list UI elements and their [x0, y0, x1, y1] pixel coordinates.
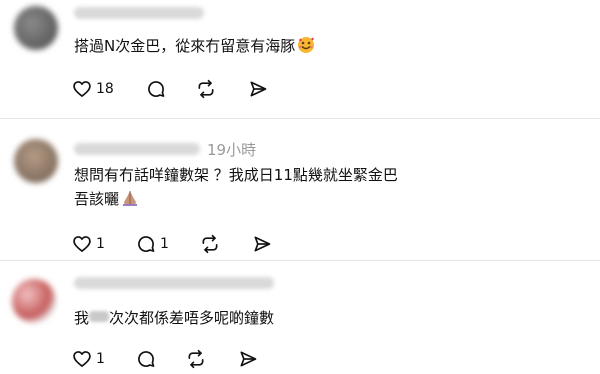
comment-bubble-icon: [138, 351, 155, 367]
comment-3: 我 次次都係差唔多呢啲鐘數 1: [0, 261, 600, 374]
reply-button[interactable]: [146, 77, 166, 101]
like-count: 18: [96, 81, 114, 97]
like-button[interactable]: 1: [72, 347, 105, 371]
like-count: 1: [96, 351, 105, 367]
comment-bubble-icon: [148, 81, 165, 97]
redacted-mention: [89, 311, 110, 322]
send-icon: [254, 236, 271, 252]
comment-bubble-icon: [138, 236, 155, 252]
comment-1: 搭過N次金巴，從來冇留意有海豚 18: [0, 0, 600, 118]
comment-text-start: 我: [74, 309, 90, 327]
reply-button[interactable]: 1: [136, 232, 169, 256]
avatar[interactable]: [14, 6, 58, 50]
username[interactable]: [74, 7, 204, 19]
repost-icon: [202, 234, 218, 254]
reply-count: 1: [160, 236, 169, 252]
comment-text-content: 搭過N次金巴，從來冇留意有海豚: [74, 37, 296, 55]
repost-button[interactable]: [186, 347, 206, 371]
avatar[interactable]: [12, 279, 56, 323]
avatar[interactable]: [14, 139, 58, 183]
comment-text: 我 次次都係差唔多呢啲鐘數: [74, 307, 274, 329]
heart-icon: [73, 351, 91, 367]
send-icon: [240, 351, 257, 367]
share-button[interactable]: [252, 232, 272, 256]
username[interactable]: [74, 277, 274, 289]
send-icon: [250, 81, 267, 97]
smiling-face-with-hearts-emoji-icon: [297, 36, 315, 60]
comment-text-line-2: 吾該曬: [74, 188, 139, 213]
repost-icon: [198, 79, 214, 99]
comment-2: 19小時 想問有冇話咩鐘數架 ？我成日11點幾就坐緊金巴 吾該曬 1 1: [0, 119, 600, 260]
heart-icon: [73, 81, 91, 97]
heart-icon: [73, 236, 91, 252]
like-button[interactable]: 18: [72, 77, 114, 101]
action-bar: 18: [72, 77, 292, 101]
action-bar: 1: [72, 347, 292, 371]
comment-text: 搭過N次金巴，從來冇留意有海豚: [74, 35, 315, 60]
username[interactable]: [74, 143, 200, 155]
like-count: 1: [96, 236, 105, 252]
folded-hands-emoji-icon: [121, 189, 139, 213]
reply-button[interactable]: [136, 347, 156, 371]
comment-text-content: 吾該曬: [74, 190, 120, 208]
action-bar: 1 1: [72, 232, 292, 256]
timestamp: 19小時: [207, 141, 257, 159]
comment-text-line-1: 想問有冇話咩鐘數架 ？我成日11點幾就坐緊金巴: [74, 166, 398, 184]
repost-button[interactable]: [196, 77, 216, 101]
share-button[interactable]: [248, 77, 268, 101]
share-button[interactable]: [238, 347, 258, 371]
comment-text-end: 次次都係差唔多呢啲鐘數: [109, 309, 275, 327]
like-button[interactable]: 1: [72, 232, 105, 256]
repost-icon: [188, 349, 204, 369]
repost-button[interactable]: [200, 232, 220, 256]
